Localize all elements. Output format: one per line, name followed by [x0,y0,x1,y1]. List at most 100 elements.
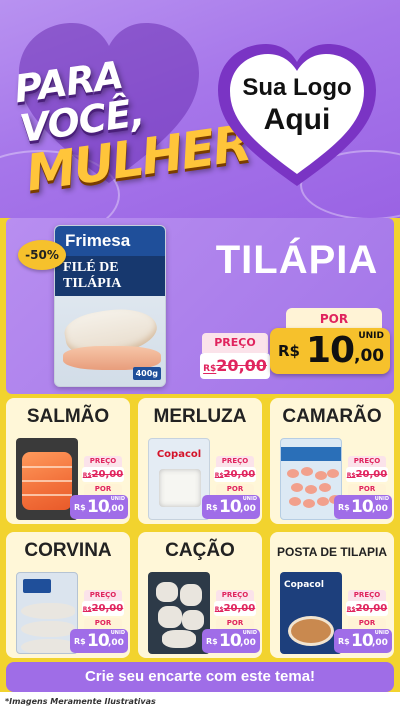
por-label: POR [216,484,254,495]
featured-product-name: TILÁPIA [215,238,379,282]
preco-label: PREÇO [202,333,268,353]
salmon-image [16,438,78,520]
unit-label: UNID [374,496,389,502]
unit-label: UNID [374,630,389,636]
logo-line-2: Aqui [263,103,331,136]
por-label: POR [348,618,386,629]
old-price-value: 20,00 [91,469,124,480]
product-card-camarao[interactable]: CAMARÃO PREÇO R$20,00 POR R$ 10 ,00 UNID [270,398,394,524]
new-currency: R$ [338,503,350,512]
old-price: R$20,00 [200,353,270,379]
old-price-value: 20,00 [216,356,267,375]
create-flyer-button[interactable]: Crie seu encarte com este tema! [6,662,394,692]
old-price-value: 20,00 [91,603,124,614]
product-card-salmao[interactable]: SALMÃO PREÇO R$20,00 POR R$ 10 ,00 UNID [6,398,130,524]
discount-badge: -50% [18,240,66,270]
product-name: MERLUZA [153,406,247,427]
new-price: R$ 10 ,00 UNID [334,629,392,653]
por-label: POR [84,618,122,629]
old-price: R$20,00 [214,601,256,616]
new-price-decimal: ,00 [108,504,124,514]
new-price: R$ 10 ,00 UNID [70,629,128,653]
product-name: CAÇÃO [165,540,235,561]
por-label: POR [216,618,254,629]
cacao-image [148,572,210,654]
new-currency: R$ [338,637,350,646]
new-currency: R$ [74,637,86,646]
preco-label: PREÇO [348,456,386,467]
old-price: R$20,00 [346,467,388,482]
old-price-value: 20,00 [355,469,388,480]
preco-label: PREÇO [216,590,254,601]
brand-label: Copacol [156,449,202,460]
old-price: R$20,00 [82,467,124,482]
old-price: R$20,00 [214,467,256,482]
new-price-decimal: ,00 [240,638,256,648]
logo-line-1: Sua Logo [242,74,352,101]
weight-badge: 400g [132,367,161,380]
disclaimer-text: *Imagens Meramente Ilustrativas [0,692,400,711]
new-price: R$ 10 ,00 UNID [202,495,260,519]
product-card-merluza[interactable]: MERLUZA Copacol PREÇO R$20,00 POR R$ 10 … [138,398,262,524]
new-price-decimal: ,00 [108,638,124,648]
page-title: PARA VOCÊ, MULHER [12,43,253,203]
por-label: POR [84,484,122,495]
old-currency: R$ [82,472,92,479]
header-banner: PARA VOCÊ, MULHER Sua Logo Aqui [0,0,400,218]
old-currency: R$ [82,606,92,613]
new-price-integer: 10 [306,330,355,371]
new-currency: R$ [206,637,218,646]
preco-label: PREÇO [348,590,386,601]
new-price-integer: 10 [87,631,110,651]
new-price: R$ 10 ,00 UNID [202,629,260,653]
old-currency: R$ [214,606,224,613]
new-price: R$ 10 ,00 UNID [270,328,390,374]
new-price-decimal: ,00 [372,638,388,648]
brand-label: Copacol [284,580,324,590]
brand-label: Frimesa [55,226,165,256]
product-card-corvina[interactable]: CORVINA PREÇO R$20,00 POR R$ 10 ,00 UNID [6,532,130,658]
product-card-posta-tilapia[interactable]: POSTA DE TILAPIA Copacol PREÇO R$20,00 P… [270,532,394,658]
new-price-integer: 10 [351,497,374,517]
camarao-image [280,438,342,520]
product-card-cacao[interactable]: CAÇÃO PREÇO R$20,00 POR R$ 10 ,00 UNID [138,532,262,658]
product-name: CORVINA [24,540,112,561]
new-price-integer: 10 [219,631,242,651]
product-package-image: Frimesa FILÉ DE TILÁPIA 400g [54,225,166,387]
product-name: SALMÃO [26,406,110,427]
new-currency: R$ [206,503,218,512]
preco-label: PREÇO [84,590,122,601]
old-price-value: 20,00 [223,603,256,614]
unit-label: UNID [242,630,257,636]
featured-offer[interactable]: Frimesa FILÉ DE TILÁPIA 400g -50% TILÁPI… [6,218,394,394]
unit-label: UNID [110,496,125,502]
posta-tilapia-image: Copacol [280,572,342,654]
unit-label: UNID [242,496,257,502]
merluza-image: Copacol [148,438,210,520]
new-currency: R$ [278,342,300,360]
package-product-label: FILÉ DE TILÁPIA [55,256,165,296]
new-price-integer: 10 [351,631,374,651]
old-currency: R$ [346,472,356,479]
por-label: POR [348,484,386,495]
preco-label: PREÇO [84,456,122,467]
old-currency: R$ [203,364,217,374]
new-price-integer: 10 [87,497,110,517]
unit-label: UNID [110,630,125,636]
new-price: R$ 10 ,00 UNID [70,495,128,519]
unit-label: UNID [358,331,384,341]
new-currency: R$ [74,503,86,512]
por-label: POR [286,308,382,330]
old-price: R$20,00 [346,601,388,616]
old-price: R$20,00 [82,601,124,616]
old-currency: R$ [214,472,224,479]
new-price-decimal: ,00 [354,346,385,366]
new-price-decimal: ,00 [372,504,388,514]
old-price-value: 20,00 [223,469,256,480]
new-price: R$ 10 ,00 UNID [334,495,392,519]
old-price-value: 20,00 [355,603,388,614]
product-name: POSTA DE TILAPIA [276,545,387,559]
logo-placeholder[interactable]: Sua Logo Aqui [214,74,380,138]
new-price-decimal: ,00 [240,504,256,514]
preco-label: PREÇO [216,456,254,467]
